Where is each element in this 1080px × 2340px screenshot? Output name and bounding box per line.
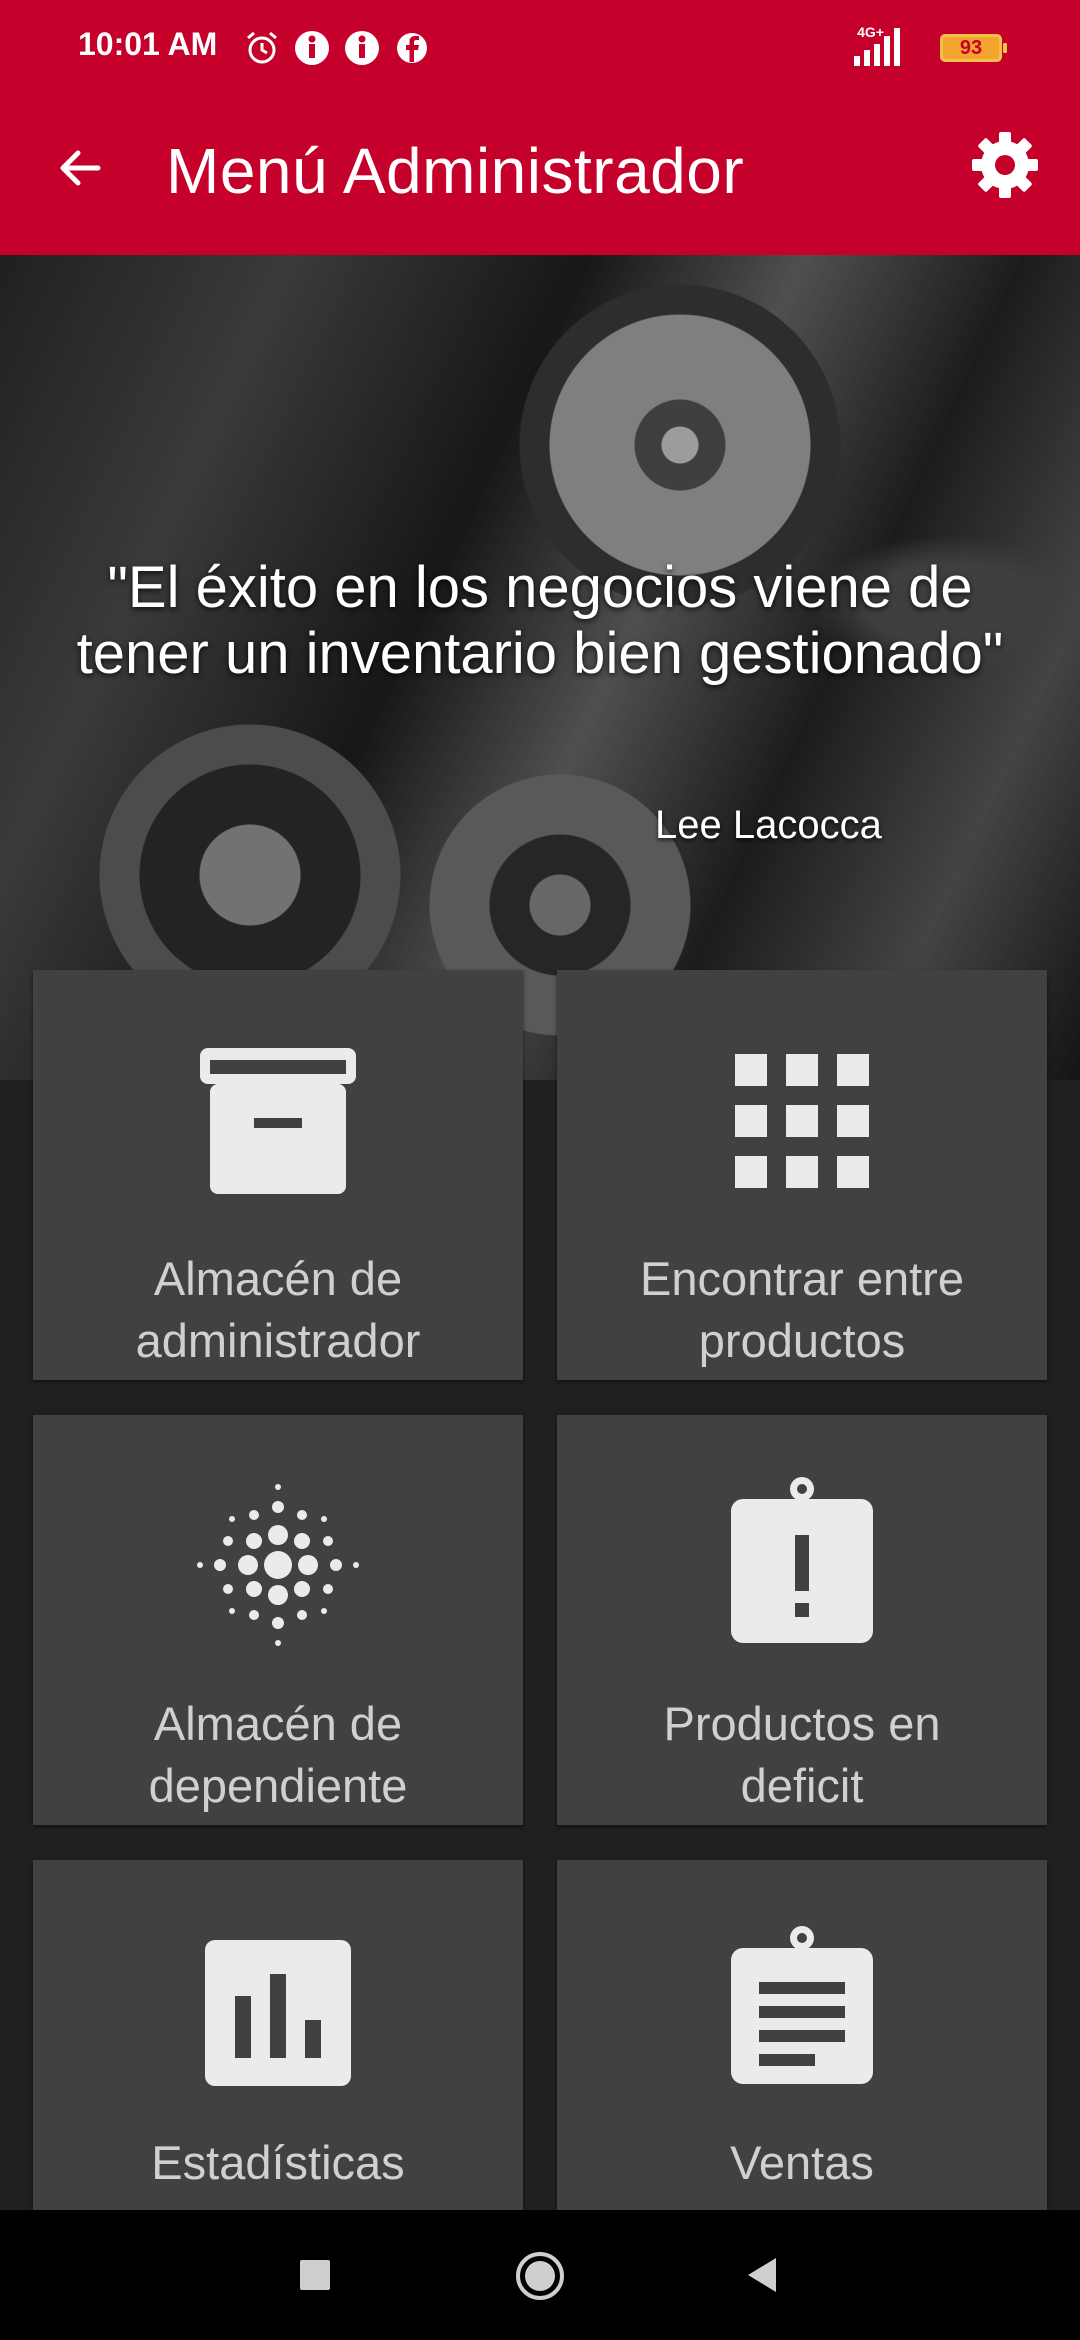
archive-box-icon [200, 1048, 356, 1194]
grid-icon [735, 1054, 869, 1188]
clipboard-list-icon [731, 1926, 873, 2084]
status-bar: 10:01 AM 4G+ 93 [0, 0, 1080, 100]
menu-tile-sales[interactable]: Ventas [557, 1860, 1047, 2210]
status-time: 10:01 AM [78, 26, 218, 62]
settings-gear-button[interactable] [966, 126, 1044, 204]
info-icon [295, 31, 329, 65]
menu-tile-deficit-products[interactable]: Productos en deficit [557, 1415, 1047, 1825]
menu-tile-label: deficit [740, 1759, 864, 1812]
system-nav-bar [0, 2210, 1080, 2340]
hero-quote: "El éxito en los negocios viene de tener… [76, 555, 1004, 686]
menu-tile-label: administrador [135, 1314, 421, 1367]
menu-tile-statistics[interactable]: Estadísticas [33, 1860, 523, 2210]
menu-tile-label: Estadísticas [151, 2136, 405, 2189]
menu-tile-clerk-warehouse[interactable]: Almacén de dependiente [33, 1415, 523, 1825]
hero-engine-image: "El éxito en los negocios viene de tener… [0, 255, 1080, 1080]
facebook-icon [397, 33, 427, 63]
menu-tile-admin-warehouse[interactable]: Almacén de administrador [33, 970, 523, 1380]
signal-icon [854, 28, 900, 66]
app-bar: Menú Administrador [0, 110, 1080, 240]
hero-quote-author: Lee Lacocca [655, 803, 882, 847]
info-icon [345, 31, 379, 65]
menu-tile-label: Almacén de [153, 1252, 403, 1305]
top-app-area: 10:01 AM 4G+ 93 Menú Administrador [0, 0, 1080, 255]
menu-tile-label: Encontrar entre [640, 1252, 964, 1305]
nav-back-button[interactable] [744, 2256, 780, 2294]
alarm-icon [247, 31, 277, 64]
back-arrow-button[interactable] [50, 138, 110, 198]
menu-tile-label: Productos en [663, 1697, 941, 1750]
dots-burst-icon [197, 1484, 359, 1646]
menu-tile-label: Almacén de [153, 1697, 403, 1750]
page-title: Menú Administrador [166, 135, 745, 207]
menu-tile-label: Ventas [730, 2136, 874, 2189]
menu-tile-label: productos [698, 1314, 906, 1367]
bar-chart-icon [205, 1940, 351, 2086]
home-button[interactable] [514, 2250, 566, 2302]
alert-clipboard-icon [731, 1477, 873, 1643]
menu-tile-find-products[interactable]: Encontrar entre productos [557, 970, 1047, 1380]
recent-apps-button[interactable] [300, 2260, 330, 2290]
menu-tile-label: dependiente [148, 1759, 408, 1812]
battery-indicator: 93 [940, 34, 1007, 62]
